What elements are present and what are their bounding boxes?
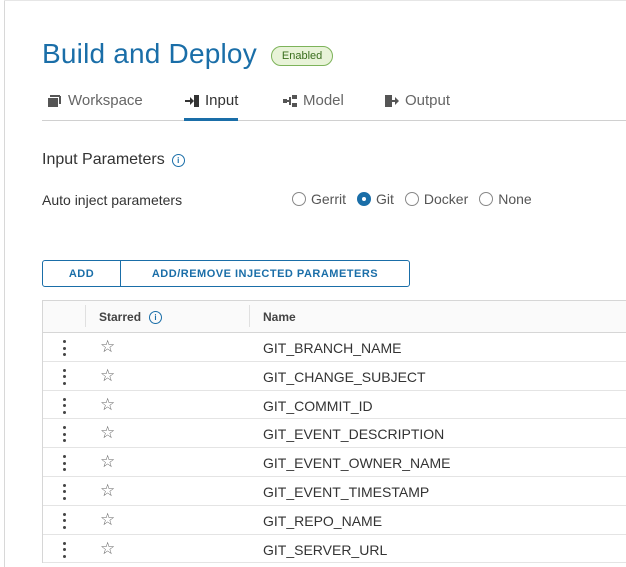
radio-git-circle[interactable]: [357, 192, 371, 206]
tab-bar: Workspace Input Model Output: [42, 88, 626, 121]
section-title: Input Parameters i: [42, 151, 185, 169]
radio-gerrit[interactable]: Gerrit: [292, 191, 346, 207]
column-header-name[interactable]: Name: [263, 310, 296, 324]
parameter-name: GIT_SERVER_URL: [263, 541, 388, 558]
action-button-group: ADD ADD/REMOVE INJECTED PARAMETERS: [42, 260, 410, 287]
table-row[interactable]: ☆ GIT_COMMIT_ID: [43, 391, 626, 420]
radio-none[interactable]: None: [479, 191, 532, 207]
table-row[interactable]: ☆ GIT_BRANCH_NAME: [43, 333, 626, 362]
radio-docker[interactable]: Docker: [404, 191, 469, 207]
star-icon[interactable]: ☆: [100, 337, 115, 357]
table-row[interactable]: ☆ GIT_EVENT_DESCRIPTION: [43, 419, 626, 449]
add-remove-injected-parameters-button[interactable]: ADD/REMOVE INJECTED PARAMETERS: [121, 261, 409, 286]
row-actions-icon[interactable]: [63, 455, 67, 472]
parameter-name: GIT_EVENT_TIMESTAMP: [263, 483, 430, 500]
tab-output[interactable]: Output: [384, 92, 450, 120]
window-border-top: [4, 0, 626, 1]
radio-git[interactable]: Git: [357, 191, 394, 207]
row-actions-icon[interactable]: [63, 368, 67, 385]
star-icon[interactable]: ☆: [100, 510, 115, 530]
table-row[interactable]: ☆ GIT_SERVER_URL: [43, 535, 626, 564]
star-icon[interactable]: ☆: [100, 423, 115, 443]
output-icon: [384, 94, 400, 112]
table-row[interactable]: ☆ GIT_EVENT_OWNER_NAME: [43, 448, 626, 477]
row-actions-icon[interactable]: [63, 426, 67, 443]
column-separator: [85, 305, 86, 327]
table-header: Starred i Name: [43, 301, 626, 333]
radio-docker-label: Docker: [423, 191, 469, 207]
section-title-text: Input Parameters: [42, 151, 165, 168]
auto-inject-radio-group: Gerrit Git Docker None: [292, 191, 543, 207]
tab-workspace-label: Workspace: [68, 92, 143, 109]
column-header-starred[interactable]: Starred i: [99, 310, 163, 324]
model-icon: [282, 94, 298, 112]
parameters-table: Starred i Name ☆ GIT_BRANCH_NAME ☆ GIT_CHAN…: [42, 300, 626, 564]
row-actions-icon[interactable]: [63, 512, 67, 529]
column-separator: [249, 305, 250, 327]
parameter-name: GIT_COMMIT_ID: [263, 397, 373, 414]
parameter-name: GIT_EVENT_DESCRIPTION: [263, 426, 445, 443]
star-icon[interactable]: ☆: [100, 395, 115, 415]
star-icon[interactable]: ☆: [100, 539, 115, 559]
star-icon[interactable]: ☆: [100, 452, 115, 472]
header: Build and Deploy Enabled: [42, 38, 334, 70]
radio-none-label: None: [498, 191, 532, 207]
parameter-name: GIT_REPO_NAME: [263, 512, 383, 529]
column-header-starred-label: Starred: [99, 310, 142, 324]
row-actions-icon[interactable]: [63, 397, 67, 414]
status-badge: Enabled: [270, 46, 334, 66]
radio-gerrit-circle[interactable]: [292, 192, 306, 206]
tab-model[interactable]: Model: [282, 92, 344, 120]
table-row[interactable]: ☆ GIT_REPO_NAME: [43, 506, 626, 535]
tab-output-label: Output: [405, 92, 451, 109]
tab-input-label: Input: [205, 92, 239, 109]
parameter-name: GIT_EVENT_OWNER_NAME: [263, 455, 451, 472]
table-body: ☆ GIT_BRANCH_NAME ☆ GIT_CHANGE_SUBJECT ☆ GIT_…: [43, 333, 626, 564]
star-icon[interactable]: ☆: [100, 481, 115, 501]
page-title: Build and Deploy: [42, 38, 257, 69]
tab-input[interactable]: Input: [184, 92, 239, 121]
radio-gerrit-label: Gerrit: [311, 191, 346, 207]
radio-none-circle[interactable]: [479, 192, 494, 206]
star-icon[interactable]: ☆: [100, 366, 115, 386]
radio-docker-circle[interactable]: [404, 192, 419, 206]
tab-workspace[interactable]: Workspace: [47, 92, 143, 120]
row-actions-icon[interactable]: [63, 541, 67, 558]
parameter-name: GIT_CHANGE_SUBJECT: [263, 368, 426, 385]
input-icon: [184, 94, 200, 112]
tab-model-label: Model: [303, 92, 344, 109]
info-icon[interactable]: i: [171, 153, 185, 167]
workspace-icon: [47, 94, 63, 112]
parameter-name: GIT_BRANCH_NAME: [263, 340, 402, 356]
table-row[interactable]: ☆ GIT_EVENT_TIMESTAMP: [43, 477, 626, 506]
table-row[interactable]: ☆ GIT_CHANGE_SUBJECT: [43, 362, 626, 391]
starred-info-icon[interactable]: i: [149, 310, 163, 324]
radio-git-label: Git: [376, 191, 394, 207]
add-button[interactable]: ADD: [43, 261, 121, 286]
auto-inject-label: Auto inject parameters: [42, 192, 183, 208]
window-border-left: [4, 0, 5, 567]
row-actions-icon[interactable]: [63, 483, 67, 500]
row-actions-icon[interactable]: [63, 340, 67, 356]
